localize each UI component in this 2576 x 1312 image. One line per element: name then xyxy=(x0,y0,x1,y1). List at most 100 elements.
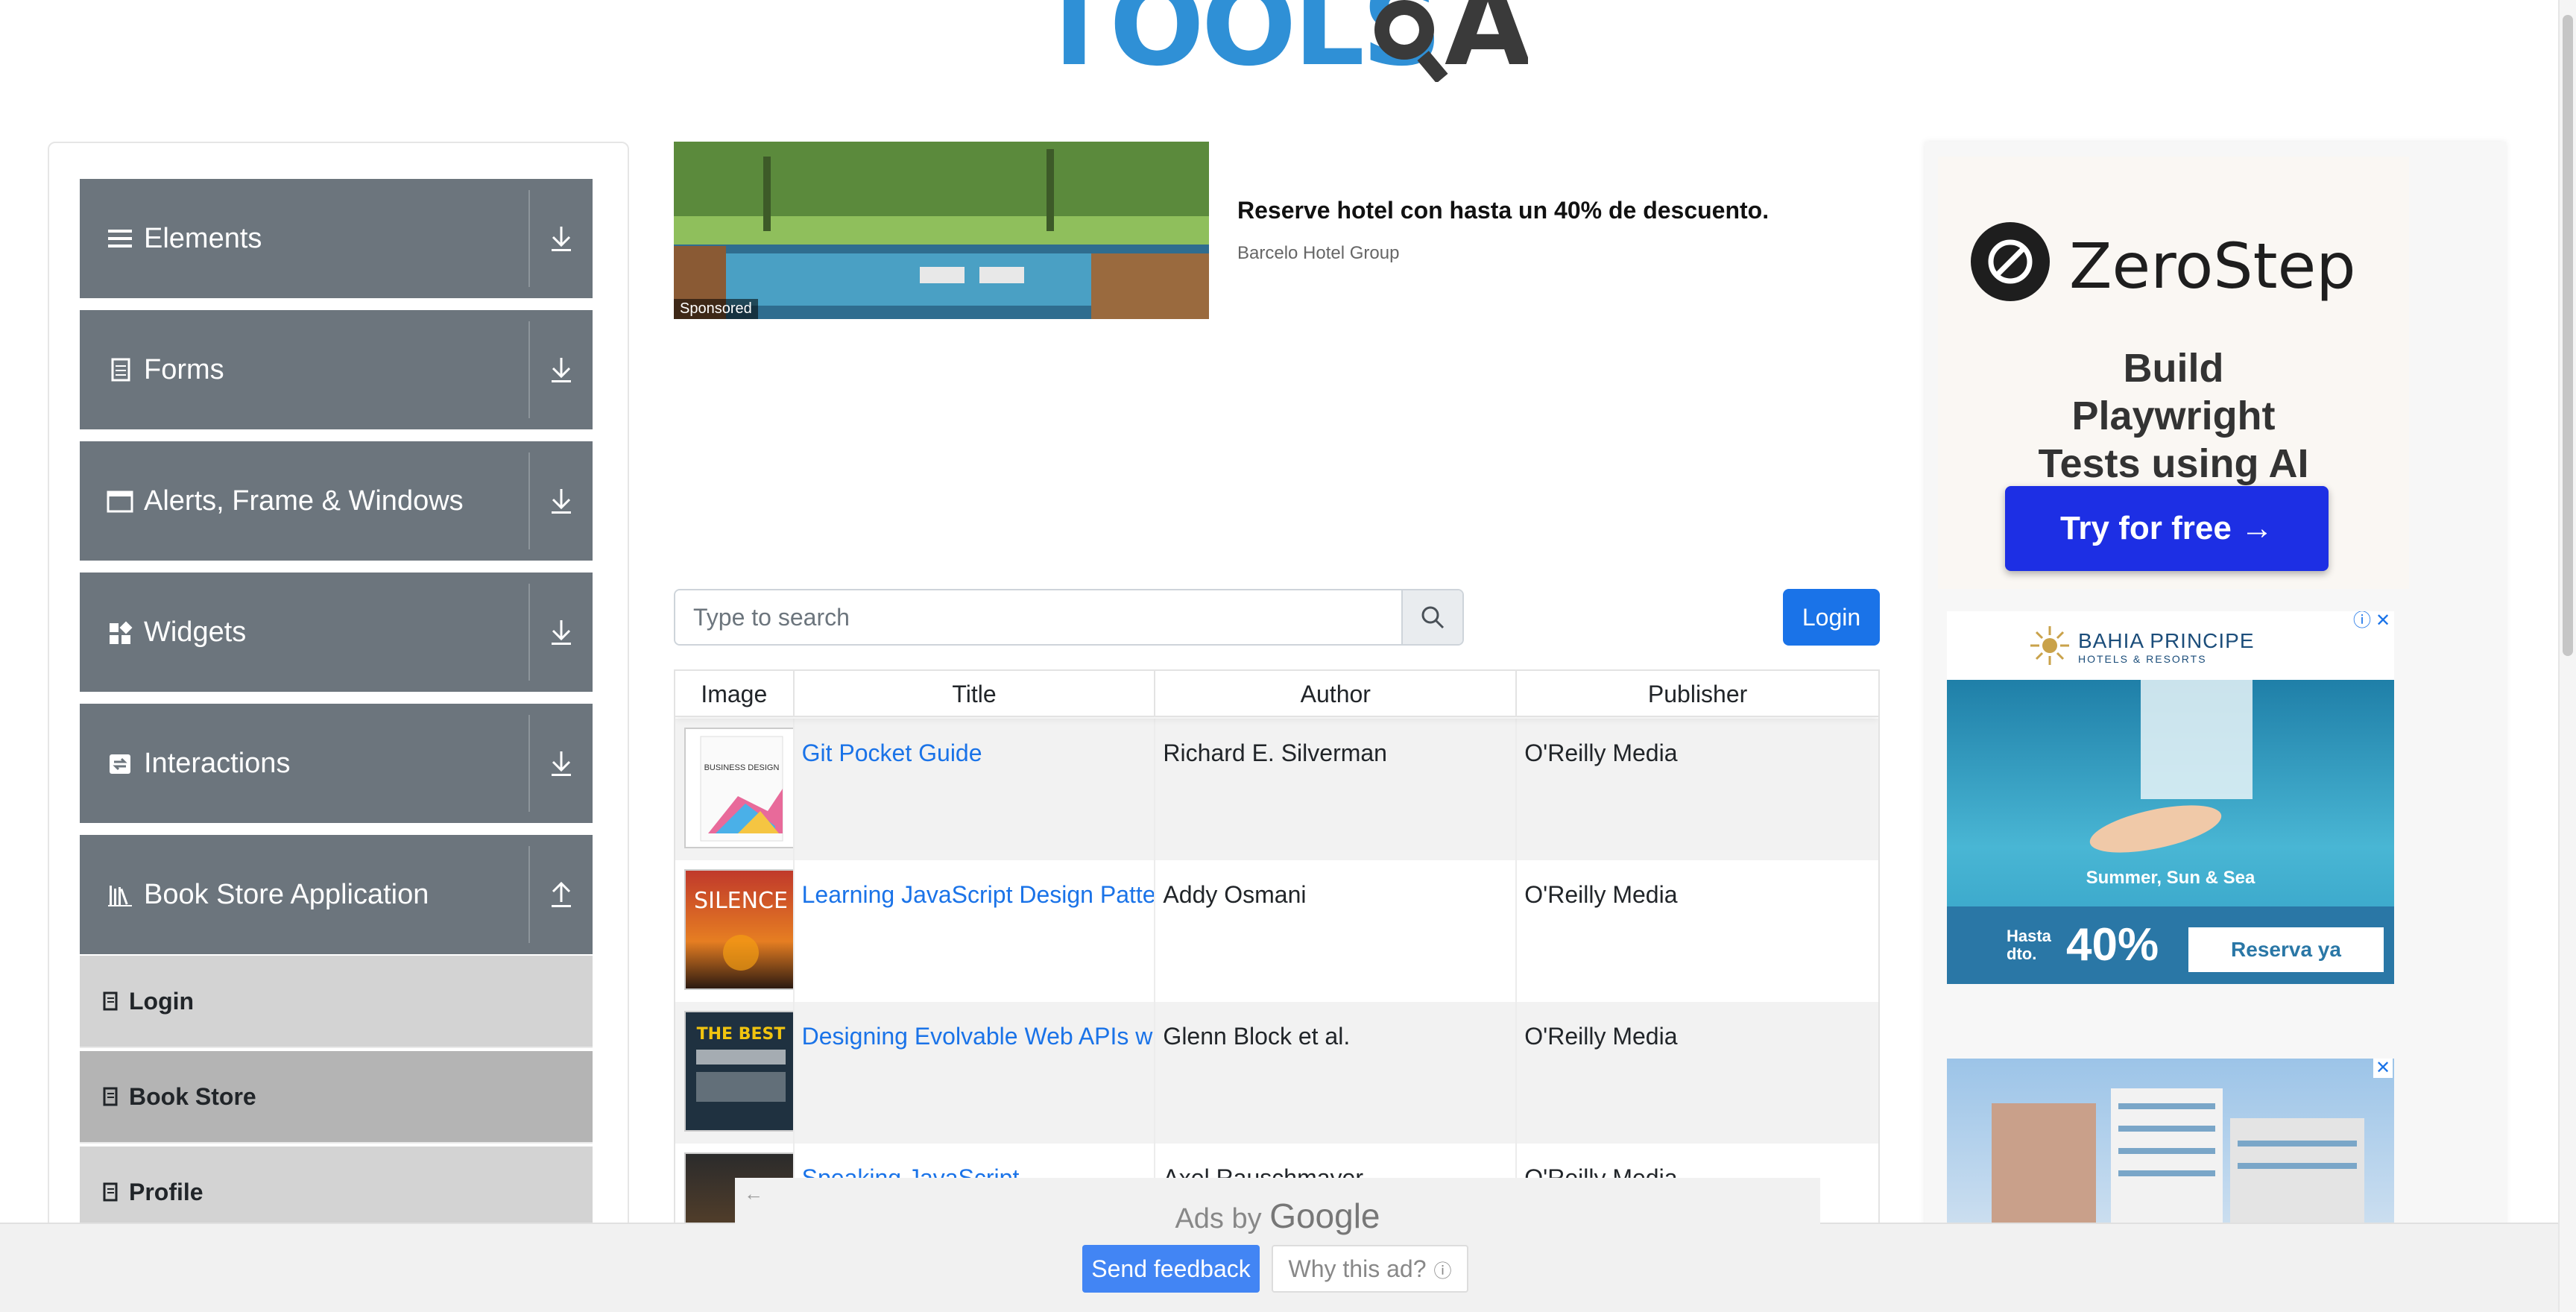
column-header-title[interactable]: Title xyxy=(795,671,1156,717)
sidebar-group-forms[interactable]: Forms xyxy=(80,310,593,429)
download-arrow-icon[interactable] xyxy=(530,704,593,823)
library-icon xyxy=(108,886,132,906)
hamburger-icon xyxy=(108,230,132,247)
sidebar-item-login[interactable]: Login xyxy=(80,956,593,1048)
bahia-hasta: Hasta dto. xyxy=(2007,927,2051,963)
bahia-tagline: Summer, Sun & Sea xyxy=(2086,868,2255,888)
sidebar-group-widgets[interactable]: Widgets xyxy=(80,573,593,692)
sidebar-group-alerts[interactable]: Alerts, Frame & Windows xyxy=(80,441,593,561)
book-title-link[interactable]: Designing Evolvable Web APIs wi xyxy=(802,1023,1155,1050)
table-row: BUSINESS DESIGN Git Pocket Guide Richard… xyxy=(675,719,1878,860)
ads-by-google-label: Ads by Google xyxy=(735,1196,1820,1236)
reserva-ya-button[interactable]: Reserva ya xyxy=(2188,927,2384,972)
author-cell: Addy Osmani xyxy=(1155,860,1518,1002)
sidebar-group-label: Forms xyxy=(144,353,224,385)
try-for-free-button[interactable]: Try for free → xyxy=(2005,486,2329,571)
download-arrow-icon[interactable] xyxy=(530,441,593,561)
hotel-pool-image xyxy=(674,142,1209,319)
author-cell: Richard E. Silverman xyxy=(1155,719,1518,860)
google-wordmark: Google xyxy=(1269,1196,1380,1235)
search-button[interactable] xyxy=(1401,590,1462,644)
sidebar-group-book-store-application[interactable]: Book Store Application xyxy=(80,835,593,954)
publisher-cell: O'Reilly Media xyxy=(1524,881,1678,908)
login-button[interactable]: Login xyxy=(1783,589,1880,646)
search-input[interactable] xyxy=(675,590,1401,644)
title-cell: Git Pocket Guide xyxy=(795,719,1156,860)
column-header-author[interactable]: Author xyxy=(1155,671,1518,717)
column-header-image[interactable]: Image xyxy=(675,671,795,717)
ad-close-icon[interactable]: ✕ xyxy=(2373,611,2393,631)
sidebar-group-label: Elements xyxy=(144,222,262,254)
book-icon xyxy=(103,991,118,1011)
bahia-brand-sub: HOTELS & RESORTS xyxy=(2078,653,2207,665)
cover-text: BUSINESS DESIGN xyxy=(704,763,780,772)
search-box xyxy=(674,589,1464,646)
book-cover-image: SILENCE xyxy=(684,869,793,990)
window-icon xyxy=(107,491,133,513)
book-title-link[interactable]: Learning JavaScript Design Patte xyxy=(802,881,1155,908)
table-row: THE BEST Designing Evolvable Web APIs wi… xyxy=(675,1002,1878,1144)
cover-cell: BUSINESS DESIGN xyxy=(675,719,795,860)
book-cover-image: BUSINESS DESIGN xyxy=(684,728,793,848)
sponsored-hotel-image[interactable]: Sponsored xyxy=(674,142,1209,319)
bahia-percent: 40% xyxy=(2066,919,2159,971)
sun-logo-icon xyxy=(2030,626,2069,665)
sidebar-group-interactions[interactable]: Interactions xyxy=(80,704,593,823)
gear-icon xyxy=(1374,0,1448,82)
column-header-publisher[interactable]: Publisher xyxy=(1517,671,1878,717)
bahia-principe-ad[interactable]: BAHIA PRINCIPE HOTELS & RESORTS Summer, … xyxy=(1947,611,2394,984)
search-icon xyxy=(1421,606,1445,629)
cover-text: SILENCE xyxy=(694,888,788,914)
ad-headline-link[interactable]: Reserve hotel con hasta un 40% de descue… xyxy=(1237,197,1769,224)
sidebar-group-label: Alerts, Frame & Windows xyxy=(144,485,464,517)
info-icon: ⓘ xyxy=(1433,1261,1452,1281)
zerostep-brand: ZeroStep xyxy=(2069,230,2356,303)
widgets-icon xyxy=(110,621,133,644)
sidebar-item-label: Login xyxy=(129,987,195,1015)
table-row: SILENCE Learning JavaScript Design Patte… xyxy=(675,860,1878,1002)
publisher-cell: O'Reilly Media xyxy=(1524,1023,1678,1050)
upload-arrow-icon[interactable] xyxy=(530,835,593,954)
cover-cell: SILENCE xyxy=(675,860,795,1002)
zerostep-logo-icon xyxy=(1971,222,2050,301)
ads-by-google-panel: ← Ads by Google Send feedback Why this a… xyxy=(735,1178,1820,1312)
sidebar-group-label: Interactions xyxy=(144,747,291,779)
cover-text: THE BEST xyxy=(697,1025,786,1044)
zerostep-tagline: Build Playwright Tests using AI xyxy=(2038,346,2309,486)
title-cell: Learning JavaScript Design Patte xyxy=(795,860,1156,1002)
cover-cell: THE BEST xyxy=(675,1002,795,1144)
sidebar-group-label: Widgets xyxy=(144,616,247,648)
scrollbar-thumb[interactable] xyxy=(2563,15,2573,656)
title-cell: Designing Evolvable Web APIs wi xyxy=(795,1002,1156,1144)
download-arrow-icon[interactable] xyxy=(530,310,593,429)
ad-close-icon[interactable]: ✕ xyxy=(2373,1059,2393,1078)
ad-header: BAHIA PRINCIPE HOTELS & RESORTS xyxy=(1947,611,2394,680)
sidebar-group-elements[interactable]: Elements xyxy=(80,179,593,298)
ad-advertiser: Barcelo Hotel Group xyxy=(1237,243,1400,263)
sidebar-item-book-store[interactable]: Book Store xyxy=(80,1051,593,1144)
book-icon xyxy=(103,1182,118,1202)
zerostep-ad[interactable]: ZeroStep Build Playwright Tests using AI… xyxy=(1938,157,2409,589)
book-title-link[interactable]: Git Pocket Guide xyxy=(802,739,982,766)
sidebar-item-label: Profile xyxy=(129,1178,203,1205)
why-this-ad-button[interactable]: Why this ad? ⓘ xyxy=(1272,1245,1468,1293)
author-cell: Glenn Block et al. xyxy=(1155,1002,1518,1144)
book-icon xyxy=(103,1087,118,1106)
sponsored-label: Sponsored xyxy=(674,299,758,319)
book-cover-image: THE BEST xyxy=(684,1011,793,1132)
why-this-ad-label: Why this ad? xyxy=(1288,1255,1427,1282)
send-feedback-button[interactable]: Send feedback xyxy=(1082,1245,1260,1293)
sidebar-group-label: Book Store Application xyxy=(144,878,429,910)
bahia-brand: BAHIA PRINCIPE xyxy=(2078,629,2255,652)
logo-suffix: A xyxy=(1445,0,1528,91)
interactions-icon xyxy=(110,754,130,774)
download-arrow-icon[interactable] xyxy=(530,179,593,298)
publisher-cell: O'Reilly Media xyxy=(1524,739,1678,766)
table-header: Image Title Author Publisher xyxy=(675,671,1878,717)
ad-info-icon[interactable]: ⓘ xyxy=(2352,611,2372,631)
toolsqa-logo[interactable]: TOOLS A xyxy=(1036,0,1528,91)
download-arrow-icon[interactable] xyxy=(530,573,593,692)
ads-by-prefix: Ads by xyxy=(1175,1203,1262,1234)
sidebar-item-label: Book Store xyxy=(129,1082,256,1110)
document-icon xyxy=(111,358,130,382)
